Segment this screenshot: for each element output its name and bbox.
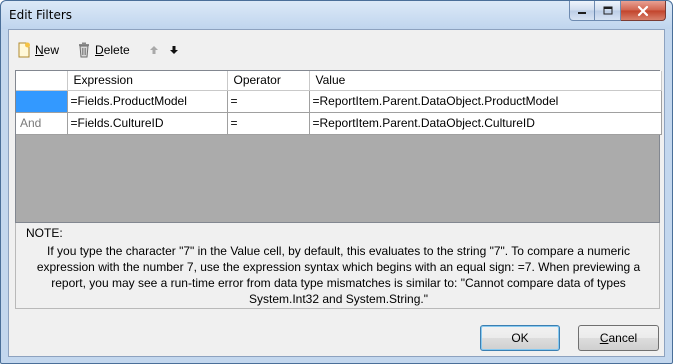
minimize-button[interactable]: [569, 1, 595, 21]
header-row: Expression Operator Value: [16, 71, 662, 91]
expression-cell[interactable]: =Fields.CultureID: [67, 112, 228, 135]
note-text: If you type the character "7" in the Val…: [36, 244, 641, 306]
table-row[interactable]: And =Fields.CultureID = =ReportItem.Pare…: [16, 112, 662, 135]
new-underline: N: [35, 43, 44, 57]
column-header-operator[interactable]: Operator: [227, 71, 310, 91]
note-title: NOTE:: [26, 226, 63, 240]
table-row[interactable]: =Fields.ProductModel = =ReportItem.Paren…: [16, 90, 662, 113]
ok-button[interactable]: OK: [480, 325, 560, 351]
window-title: Edit Filters: [9, 8, 73, 22]
move-up-icon: [149, 46, 158, 54]
delete-trash-icon: [79, 42, 90, 58]
new-label: ew: [43, 43, 60, 57]
delete-label: elete: [103, 43, 130, 57]
operator-cell[interactable]: =: [227, 90, 310, 113]
title-bar[interactable]: Edit Filters: [1, 1, 672, 29]
close-icon: [637, 5, 649, 16]
column-header-value[interactable]: Value: [309, 71, 662, 91]
cancel-underline: C: [599, 331, 609, 345]
column-header-rowhead: [16, 71, 68, 91]
filters-table: Expression Operator Value =Fields.Produc…: [16, 71, 662, 135]
value-cell[interactable]: =ReportItem.Parent.DataObject.ProductMod…: [309, 90, 662, 113]
move-up-button[interactable]: [144, 39, 164, 61]
row-conjunction[interactable]: [16, 90, 68, 113]
dialog-body: New Delete Expression Operator Value =Fi…: [8, 29, 665, 357]
edit-filters-dialog: Edit Filters New Delete Expression Opera…: [0, 0, 673, 364]
expression-cell[interactable]: =Fields.ProductModel: [67, 90, 228, 113]
move-down-icon: [169, 46, 178, 54]
maximize-button[interactable]: [595, 1, 621, 21]
new-button[interactable]: New: [13, 39, 63, 61]
value-cell[interactable]: =ReportItem.Parent.DataObject.CultureID: [309, 112, 662, 135]
toolbar: New Delete: [13, 38, 184, 62]
operator-cell[interactable]: =: [227, 112, 310, 135]
move-down-button[interactable]: [164, 39, 184, 61]
minimize-icon: [578, 11, 586, 14]
note-panel: NOTE: If you type the character "7" in t…: [15, 223, 660, 309]
row-conjunction[interactable]: And: [16, 112, 68, 135]
close-button[interactable]: [621, 1, 666, 21]
cancel-button[interactable]: Cancel: [578, 325, 659, 351]
column-header-expression[interactable]: Expression: [67, 71, 228, 91]
delete-underline: D: [95, 43, 104, 57]
caption-buttons: [569, 1, 666, 21]
cancel-label: ancel: [608, 331, 638, 345]
delete-button[interactable]: Delete: [73, 39, 134, 61]
maximize-icon: [603, 6, 612, 14]
new-document-icon: [18, 42, 30, 58]
filters-grid[interactable]: Expression Operator Value =Fields.Produc…: [15, 70, 662, 223]
